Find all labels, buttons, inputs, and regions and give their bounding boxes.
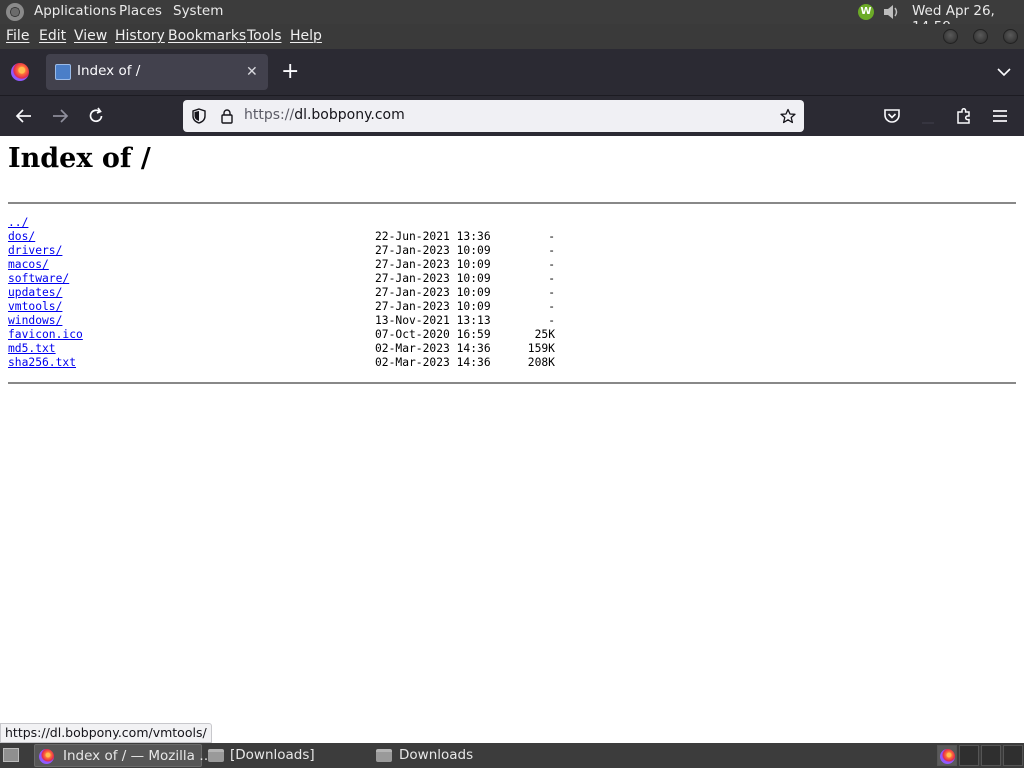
- lock-icon[interactable]: [219, 108, 235, 124]
- pocket-icon[interactable]: [882, 106, 902, 126]
- entry-link[interactable]: md5.txt: [8, 342, 56, 355]
- shield-icon[interactable]: [191, 108, 207, 124]
- menu-file[interactable]: File: [6, 28, 29, 44]
- places-menu[interactable]: Places: [119, 3, 162, 19]
- url-bar[interactable]: https://dl.bobpony.com: [183, 100, 804, 132]
- entry-size: 159K: [527, 342, 555, 355]
- entry-link[interactable]: favicon.ico: [8, 328, 83, 341]
- entry-size: -: [548, 230, 555, 243]
- reload-icon[interactable]: [86, 106, 106, 126]
- entry-date: 27-Jan-2023 10:09: [375, 300, 491, 313]
- chevron-down-icon[interactable]: [996, 64, 1012, 80]
- gnome-foot-icon[interactable]: [6, 3, 24, 21]
- entry-link[interactable]: windows/: [8, 314, 62, 327]
- firefox-icon: [940, 749, 955, 764]
- entry-size: 208K: [527, 356, 555, 369]
- task-firefox[interactable]: Index of / — Mozilla …: [34, 744, 213, 767]
- top-divider: [8, 202, 1016, 204]
- url-protocol: https://: [244, 107, 295, 123]
- extensions-puzzle-icon[interactable]: [954, 106, 974, 126]
- downloads-icon[interactable]: [918, 106, 938, 126]
- page-content: Index of / ../dos/22-Jun-2021 13:36 - driv…: [0, 136, 1024, 743]
- entry-link[interactable]: software/: [8, 272, 69, 285]
- tab-index-of[interactable]: Index of / ✕: [46, 54, 268, 90]
- entry-link[interactable]: vmtools/: [8, 300, 62, 313]
- entry-size: -: [548, 272, 555, 285]
- entry-date: 27-Jan-2023 10:09: [375, 286, 491, 299]
- page-favicon-icon: [55, 64, 71, 80]
- entry-date: 27-Jan-2023 10:09: [375, 244, 491, 257]
- folder-icon: [376, 749, 392, 762]
- workspace-2[interactable]: [959, 745, 979, 766]
- entry-date: 13-Nov-2021 13:13: [375, 314, 491, 327]
- page-heading: Index of /: [8, 143, 151, 174]
- entry-size: -: [548, 258, 555, 271]
- menu-edit[interactable]: Edit: [39, 28, 66, 44]
- system-menu[interactable]: System: [173, 3, 223, 19]
- workspace-3[interactable]: [981, 745, 1001, 766]
- bookmark-star-icon[interactable]: [780, 108, 796, 124]
- new-tab-button[interactable]: +: [281, 61, 299, 83]
- volume-icon[interactable]: [882, 2, 902, 22]
- url-host: dl.bobpony.com: [294, 107, 405, 123]
- firefox-view-icon[interactable]: [11, 63, 29, 81]
- folder-icon: [208, 749, 224, 762]
- entry-link[interactable]: sha256.txt: [8, 356, 76, 369]
- entry-link[interactable]: drivers/: [8, 244, 62, 257]
- entry-size: 25K: [534, 328, 555, 341]
- link-status-bar: https://dl.bobpony.com/vmtools/: [0, 723, 212, 743]
- close-window-button[interactable]: [1003, 29, 1018, 44]
- entry-size: -: [548, 314, 555, 327]
- tray-app-icon[interactable]: W: [858, 4, 874, 20]
- menu-help[interactable]: Help: [290, 28, 322, 44]
- entry-date: 02-Mar-2023 14:36: [375, 356, 491, 369]
- menu-tools[interactable]: Tools: [247, 28, 282, 44]
- browser-menubar: File Edit View History Bookmarks Tools H…: [0, 24, 1024, 49]
- entry-link[interactable]: ../: [8, 216, 28, 229]
- maximize-button[interactable]: [973, 29, 988, 44]
- applications-menu[interactable]: Applications: [34, 3, 116, 19]
- task-downloads-bracketed-label: [Downloads]: [230, 747, 315, 763]
- entry-date: 27-Jan-2023 10:09: [375, 272, 491, 285]
- entry-date: 07-Oct-2020 16:59: [375, 328, 491, 341]
- show-desktop-icon[interactable]: [3, 748, 19, 762]
- top-panel: Applications Places System W Wed Apr 26,…: [0, 0, 1024, 35]
- minimize-button[interactable]: [943, 29, 958, 44]
- entry-size: -: [548, 286, 555, 299]
- task-downloads-label: Downloads: [399, 747, 474, 763]
- navigation-toolbar: https://dl.bobpony.com: [0, 95, 1024, 136]
- forward-arrow-icon[interactable]: [50, 106, 70, 126]
- entry-date: 02-Mar-2023 14:36: [375, 342, 491, 355]
- menu-bookmarks[interactable]: Bookmarks: [168, 28, 246, 44]
- menu-view[interactable]: View: [74, 28, 107, 44]
- bottom-divider: [8, 382, 1016, 384]
- bottom-panel: Index of / — Mozilla … [Downloads] Downl…: [0, 743, 1024, 768]
- task-firefox-label: Index of / — Mozilla …: [63, 748, 213, 764]
- url-text[interactable]: https://dl.bobpony.com: [244, 107, 405, 123]
- entry-date: 22-Jun-2021 13:36: [375, 230, 491, 243]
- entry-date: 27-Jan-2023 10:09: [375, 258, 491, 271]
- entry-link[interactable]: macos/: [8, 258, 49, 271]
- tab-strip: Index of / ✕ +: [0, 49, 1024, 95]
- workspace-4[interactable]: [1003, 745, 1023, 766]
- entry-size: -: [548, 300, 555, 313]
- tab-title: Index of /: [77, 63, 141, 79]
- tab-close-icon[interactable]: ✕: [246, 60, 258, 84]
- entry-link[interactable]: dos/: [8, 230, 35, 243]
- entry-link[interactable]: updates/: [8, 286, 62, 299]
- workspace-1[interactable]: [937, 745, 957, 766]
- firefox-icon: [39, 749, 54, 764]
- menu-history[interactable]: History: [115, 28, 165, 44]
- entry-size: -: [548, 244, 555, 257]
- hamburger-menu-icon[interactable]: [990, 106, 1010, 126]
- task-downloads-bracketed[interactable]: [Downloads]: [204, 744, 370, 767]
- back-arrow-icon[interactable]: [14, 106, 34, 126]
- task-downloads[interactable]: Downloads: [372, 744, 538, 767]
